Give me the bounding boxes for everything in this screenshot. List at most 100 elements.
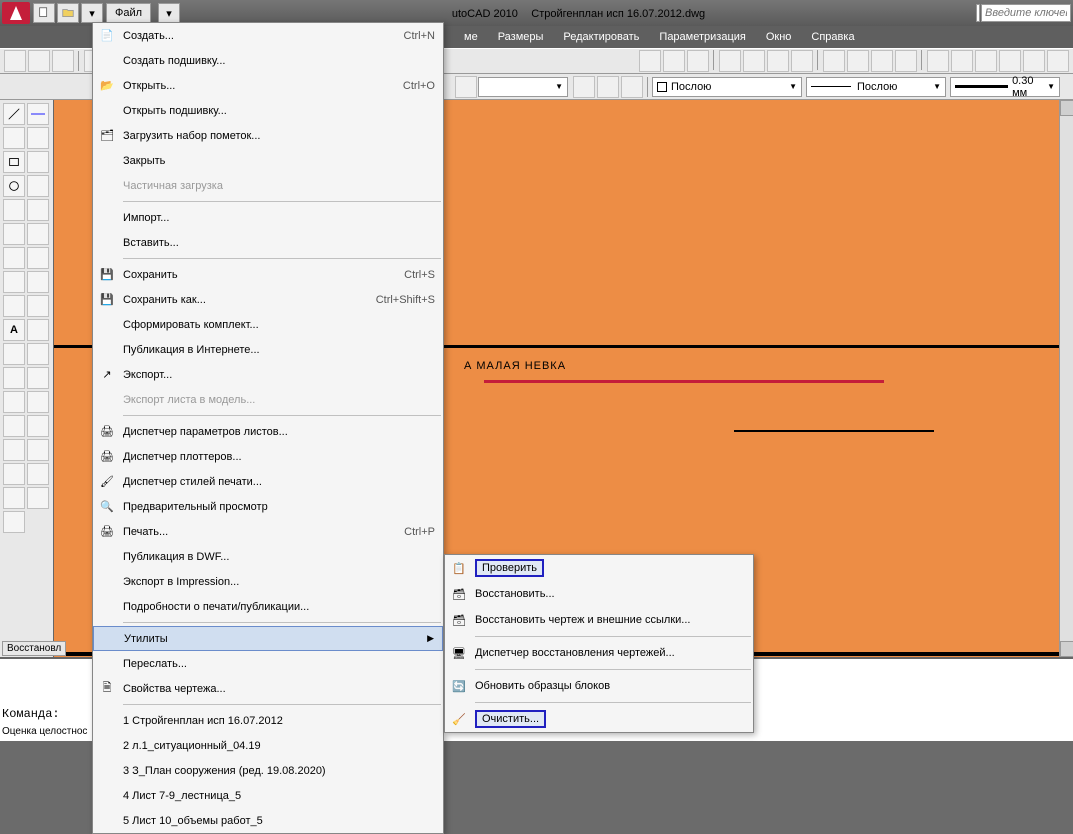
- modify-move-icon[interactable]: [3, 391, 25, 413]
- draw-mtext-icon[interactable]: A: [3, 319, 25, 341]
- draw-hatch-icon[interactable]: [3, 271, 25, 293]
- search-toggle[interactable]: [976, 4, 980, 22]
- menu-props[interactable]: 🗎Свойства чертежа...: [93, 676, 443, 701]
- modify-offset-icon[interactable]: [3, 367, 25, 389]
- menu-dwf[interactable]: Публикация в DWF...: [93, 544, 443, 569]
- app-logo-icon[interactable]: [2, 2, 30, 24]
- modify-chamfer-icon[interactable]: [3, 487, 25, 509]
- cmd-tab[interactable]: Восстановл: [2, 641, 66, 656]
- menu-recent-5[interactable]: 5 Лист 10_объемы работ_5: [93, 808, 443, 833]
- modify-array-icon[interactable]: [27, 367, 49, 389]
- draw-line-icon[interactable]: [3, 103, 25, 125]
- file-tab[interactable]: Файл: [106, 3, 151, 23]
- menu-help[interactable]: Справка: [801, 28, 864, 46]
- modify-rotate-icon[interactable]: [27, 391, 49, 413]
- menu-preview[interactable]: 🔍Предварительный просмотр: [93, 494, 443, 519]
- draw-block-icon[interactable]: [3, 247, 25, 269]
- menu-edit[interactable]: Редактировать: [553, 28, 649, 46]
- linetype-combo[interactable]: Послою▼: [652, 77, 802, 97]
- tool-match-icon[interactable]: [719, 50, 741, 72]
- draw-revcloud-icon[interactable]: [27, 175, 49, 197]
- menu-import[interactable]: Импорт...: [93, 205, 443, 230]
- menu-send[interactable]: Переслать...: [93, 651, 443, 676]
- tool-layerstate-icon[interactable]: [597, 76, 619, 98]
- tool-copy-icon[interactable]: [663, 50, 685, 72]
- menu-window[interactable]: Окно: [756, 28, 802, 46]
- menu-param[interactable]: Параметризация: [649, 28, 755, 46]
- sub-purge[interactable]: 🧹Очистить...: [445, 706, 753, 732]
- menu-webpub[interactable]: Публикация в Интернете...: [93, 337, 443, 362]
- tool-layermgr-icon[interactable]: [573, 76, 595, 98]
- qat-dropdown2-icon[interactable]: ▾: [158, 3, 180, 23]
- menu-saveas[interactable]: 💾Сохранить как...Ctrl+Shift+S: [93, 287, 443, 312]
- draw-rect-icon[interactable]: [3, 151, 25, 173]
- modify-stretch-icon[interactable]: [27, 415, 49, 437]
- tool-cut-icon[interactable]: [639, 50, 661, 72]
- menu-recent-1[interactable]: 1 Стройгенплан исп 16.07.2012: [93, 708, 443, 733]
- draw-region-icon[interactable]: [3, 295, 25, 317]
- menu-save[interactable]: 💾СохранитьCtrl+S: [93, 262, 443, 287]
- menu-impression[interactable]: Экспорт в Impression...: [93, 569, 443, 594]
- menu-pub-details[interactable]: Подробности о печати/публикации...: [93, 594, 443, 619]
- modify-extend-icon[interactable]: [27, 439, 49, 461]
- menu-plot-style[interactable]: 🖌Диспетчер стилей печати...: [93, 469, 443, 494]
- draw-point-icon[interactable]: [27, 247, 49, 269]
- menu-open-sheet[interactable]: Открыть подшивку...: [93, 98, 443, 123]
- tool-toolpal-icon[interactable]: [975, 50, 997, 72]
- vertical-scrollbar[interactable]: [1059, 100, 1073, 657]
- menu-page-setup[interactable]: 🖨Диспетчер параметров листов...: [93, 419, 443, 444]
- draw-ellarc-icon[interactable]: [3, 223, 25, 245]
- modify-mirror-icon[interactable]: [27, 343, 49, 365]
- tool-new-icon[interactable]: [4, 50, 26, 72]
- lw-value-combo[interactable]: 0.30 мм▼: [950, 77, 1060, 97]
- menu-me[interactable]: ме: [454, 28, 488, 46]
- sub-check[interactable]: 📋Проверить: [445, 555, 753, 581]
- modify-explode-icon[interactable]: [3, 511, 25, 533]
- menu-recent-4[interactable]: 4 Лист 7-9_лестница_5: [93, 783, 443, 808]
- draw-spline-icon[interactable]: [3, 199, 25, 221]
- modify-trim-icon[interactable]: [3, 439, 25, 461]
- qat-new-icon[interactable]: [33, 3, 55, 23]
- tool-open-icon[interactable]: [28, 50, 50, 72]
- tool-paste-icon[interactable]: [687, 50, 709, 72]
- lineweight-combo[interactable]: Послою▼: [806, 77, 946, 97]
- sub-recover[interactable]: 🗃Восстановить...: [445, 581, 753, 607]
- sub-update-blocks[interactable]: 🔄Обновить образцы блоков: [445, 673, 753, 699]
- menu-etransmit[interactable]: Сформировать комплект...: [93, 312, 443, 337]
- menu-insert[interactable]: Вставить...: [93, 230, 443, 255]
- tool-zoomp-icon[interactable]: [895, 50, 917, 72]
- tool-save-icon[interactable]: [52, 50, 74, 72]
- tool-calc-icon[interactable]: [1047, 50, 1069, 72]
- menu-open[interactable]: 📂Открыть...Ctrl+O: [93, 73, 443, 98]
- tool-layer-icon[interactable]: [455, 76, 477, 98]
- modify-fillet-icon[interactable]: [27, 487, 49, 509]
- draw-insert-icon[interactable]: [27, 223, 49, 245]
- modify-copy-icon[interactable]: [3, 343, 25, 365]
- search-input[interactable]: [981, 4, 1071, 22]
- command-prompt[interactable]: Команда:: [2, 707, 60, 721]
- tool-zoom-icon[interactable]: [847, 50, 869, 72]
- qat-dropdown-icon[interactable]: ▾: [81, 3, 103, 23]
- menu-load-markup[interactable]: 🗂Загрузить набор пометок...: [93, 123, 443, 148]
- draw-ellipse-icon[interactable]: [27, 199, 49, 221]
- tool-layeriso-icon[interactable]: [621, 76, 643, 98]
- tool-designcenter-icon[interactable]: [951, 50, 973, 72]
- sub-recovery-mgr[interactable]: 🖥Диспетчер восстановления чертежей...: [445, 640, 753, 666]
- menu-close[interactable]: Закрыть: [93, 148, 443, 173]
- menu-recent-3[interactable]: 3 З_План сооружения (ред. 19.08.2020): [93, 758, 443, 783]
- menu-utilities[interactable]: Утилиты▶: [93, 626, 443, 651]
- tool-zoomw-icon[interactable]: [871, 50, 893, 72]
- menu-recent-2[interactable]: 2 л.1_ситуационный_04.19: [93, 733, 443, 758]
- tool-props-icon[interactable]: [927, 50, 949, 72]
- menu-dim[interactable]: Размеры: [488, 28, 554, 46]
- modify-scale-icon[interactable]: [3, 415, 25, 437]
- tool-markup-icon[interactable]: [1023, 50, 1045, 72]
- tool-sheet-icon[interactable]: [999, 50, 1021, 72]
- draw-circle-icon[interactable]: [3, 175, 25, 197]
- modify-break-icon[interactable]: [3, 463, 25, 485]
- draw-gradient-icon[interactable]: [27, 271, 49, 293]
- tool-redo-icon[interactable]: [791, 50, 813, 72]
- modify-join-icon[interactable]: [27, 463, 49, 485]
- menu-new-sheet[interactable]: Создать подшивку...: [93, 48, 443, 73]
- menu-plotter[interactable]: 🖨Диспетчер плоттеров...: [93, 444, 443, 469]
